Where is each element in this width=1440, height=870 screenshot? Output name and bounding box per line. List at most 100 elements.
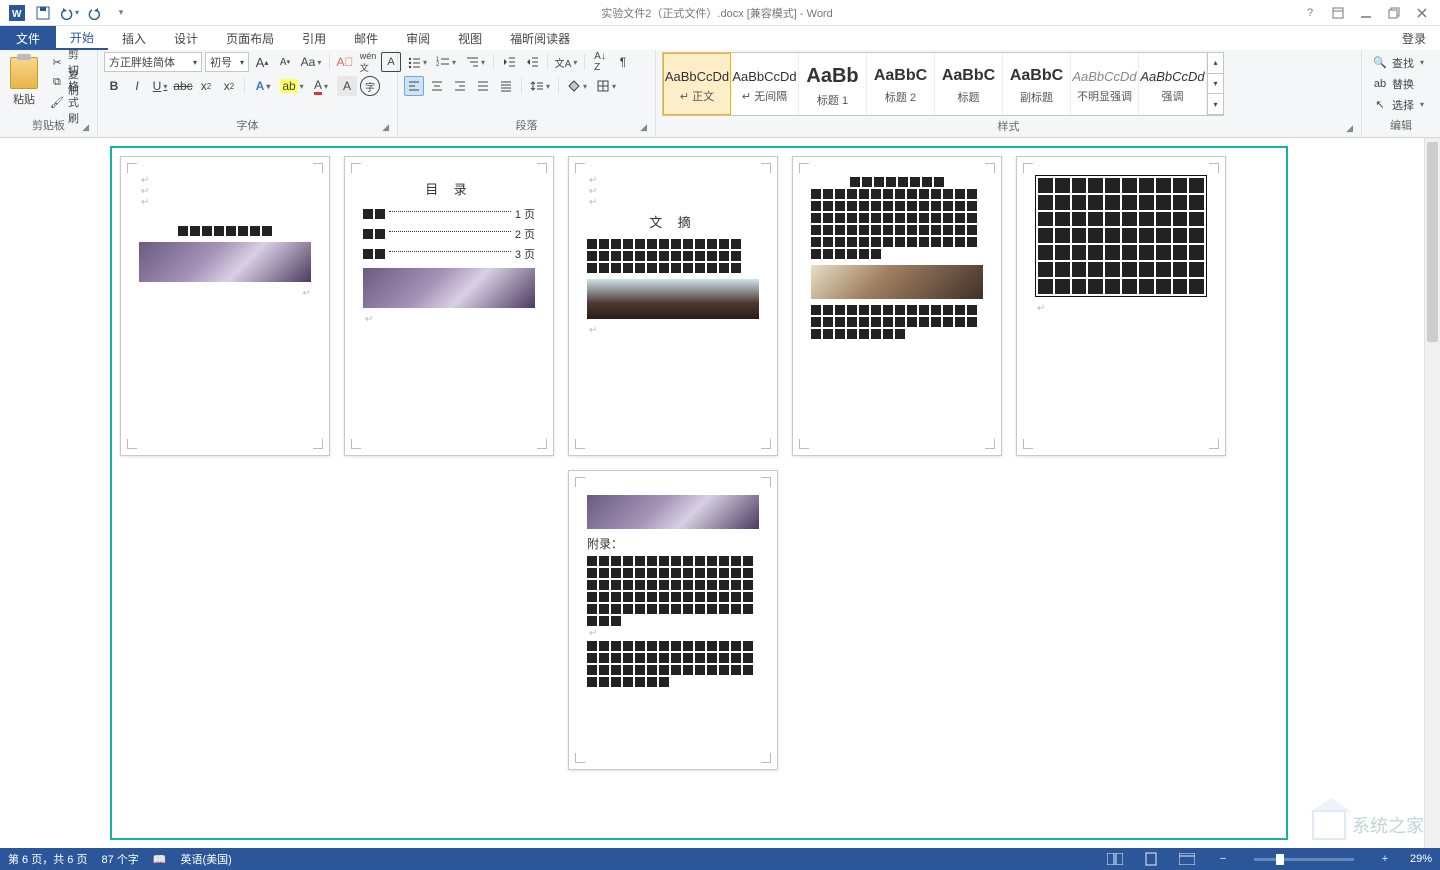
style-subtitle[interactable]: AaBbC副标题 [1003,53,1071,115]
status-page[interactable]: 第 6 页，共 6 页 [8,851,87,867]
ribbon-display-options-icon[interactable] [1324,1,1352,25]
page-thumb-2[interactable]: 目 录 1 页 2 页 3 页 ↵ [344,156,554,456]
format-painter-button[interactable]: 🖌格式刷 [46,92,91,112]
char-shading-button[interactable]: A [337,76,357,96]
multilevel-button[interactable] [462,52,488,72]
view-print-layout-icon[interactable] [1140,850,1162,868]
page-thumb-5[interactable]: ↵ [1016,156,1226,456]
enclose-char-button[interactable]: 字 [360,76,380,96]
save-icon[interactable] [30,1,56,25]
change-case-button[interactable]: Aa [298,52,324,72]
font-name-select[interactable]: 方正胖娃简体▾ [104,52,202,72]
restore-icon[interactable] [1380,1,1408,25]
page-thumb-6[interactable]: 附录： ↵ [568,470,778,770]
page-thumb-4[interactable] [792,156,1002,456]
scrollbar-thumb[interactable] [1427,142,1438,342]
copy-icon: ⧉ [50,74,64,90]
page-thumb-3[interactable]: ↵↵↵ 文 摘 ↵ [568,156,778,456]
tab-insert[interactable]: 插入 [108,26,160,50]
superscript-button[interactable]: x2 [219,76,239,96]
tab-file[interactable]: 文件 [0,26,56,50]
style-no-spacing[interactable]: AaBbCcDd↵ 无间隔 [731,53,799,115]
underline-button[interactable]: U [150,76,170,96]
tab-design[interactable]: 设计 [160,26,212,50]
scroll-up-icon[interactable]: ▴ [1208,53,1223,74]
svg-text:2: 2 [436,62,440,68]
view-read-mode-icon[interactable] [1104,850,1126,868]
show-marks-button[interactable]: ¶ [613,52,633,72]
style-title[interactable]: AaBbC标题 [935,53,1003,115]
styles-launcher-icon[interactable]: ◢ [1346,123,1353,134]
styles-gallery[interactable]: AaBbCcDd↵ 正文 AaBbCcDd↵ 无间隔 AaBb标题 1 AaBb… [662,52,1224,116]
zoom-level[interactable]: 29% [1410,853,1432,865]
bullets-button[interactable] [404,52,430,72]
align-justify-button[interactable] [473,76,493,96]
status-words[interactable]: 87 个字 [101,851,138,867]
line-spacing-button[interactable] [527,76,553,96]
clipboard-launcher-icon[interactable]: ◢ [82,122,89,133]
subscript-button[interactable]: x2 [196,76,216,96]
increase-indent-button[interactable] [522,52,542,72]
redo-icon[interactable] [82,1,108,25]
help-icon[interactable]: ? [1296,1,1324,25]
sort-button[interactable]: A↓Z [590,52,610,72]
font-size-select[interactable]: 初号▾ [205,52,249,72]
tab-review[interactable]: 审阅 [392,26,444,50]
font-color-button[interactable]: A [308,76,334,96]
vertical-scrollbar[interactable] [1424,138,1440,848]
align-left-button[interactable] [404,76,424,96]
status-proofing-icon[interactable]: 📖 [153,853,167,866]
decrease-indent-button[interactable] [499,52,519,72]
gallery-more-icon[interactable]: ▾ [1208,94,1223,115]
text-effect-button[interactable]: A [250,76,276,96]
paragraph-launcher-icon[interactable]: ◢ [640,122,647,133]
grow-font-button[interactable]: A▴ [252,52,272,72]
tab-foxit[interactable]: 福昕阅读器 [496,26,584,50]
toc-title: 目 录 [363,179,535,198]
style-normal[interactable]: AaBbCcDd↵ 正文 [663,53,731,115]
binoculars-icon: 🔍 [1372,55,1388,71]
style-heading1[interactable]: AaBb标题 1 [799,53,867,115]
align-center-button[interactable] [427,76,447,96]
find-button[interactable]: 🔍查找 [1368,52,1428,73]
highlight-button[interactable]: ab [279,76,305,96]
strike-button[interactable]: abc [173,76,193,96]
align-right-button[interactable] [450,76,470,96]
bold-button[interactable]: B [104,76,124,96]
gallery-scroll[interactable]: ▴▾▾ [1207,53,1223,115]
style-heading2[interactable]: AaBbC标题 2 [867,53,935,115]
italic-button[interactable]: I [127,76,147,96]
font-launcher-icon[interactable]: ◢ [382,122,389,133]
replace-button[interactable]: ab替换 [1368,73,1428,94]
tab-mailings[interactable]: 邮件 [340,26,392,50]
status-language[interactable]: 英语(美国) [180,851,231,867]
numbering-button[interactable]: 12 [433,52,459,72]
tab-references[interactable]: 引用 [288,26,340,50]
zoom-in-icon[interactable]: + [1374,850,1396,868]
tab-view[interactable]: 视图 [444,26,496,50]
phonetic-button[interactable]: wén文 [358,52,378,72]
view-web-layout-icon[interactable] [1176,850,1198,868]
login-link[interactable]: 登录 [1388,26,1440,50]
scroll-down-icon[interactable]: ▾ [1208,74,1223,95]
align-distribute-button[interactable] [496,76,516,96]
minimize-icon[interactable] [1352,1,1380,25]
shrink-font-button[interactable]: A▾ [275,52,295,72]
clear-format-button[interactable]: A⃠ [335,52,355,72]
style-subtle-emphasis[interactable]: AaBbCcDd不明显强调 [1071,53,1139,115]
shading-button[interactable] [564,76,590,96]
select-button[interactable]: ↖选择 [1368,94,1428,115]
asian-layout-button[interactable]: 文A [553,52,579,72]
zoom-slider[interactable] [1254,858,1354,861]
undo-icon[interactable] [56,1,82,25]
qat-customize-icon[interactable]: ▾ [108,1,134,25]
page-thumb-1[interactable]: ↵ ↵ ↵ ↵ [120,156,330,456]
zoom-out-icon[interactable]: − [1212,850,1234,868]
document-area[interactable]: ↵ ↵ ↵ ↵ 目 录 1 页 2 页 3 页 ↵ ↵↵↵ 文 摘 ↵ [0,138,1440,848]
close-icon[interactable] [1408,1,1436,25]
tab-layout[interactable]: 页面布局 [212,26,288,50]
borders-button[interactable] [593,76,619,96]
word-app-icon[interactable]: W [4,1,30,25]
paste-button[interactable]: 粘贴 [6,52,42,112]
style-emphasis[interactable]: AaBbCcDd强调 [1139,53,1207,115]
